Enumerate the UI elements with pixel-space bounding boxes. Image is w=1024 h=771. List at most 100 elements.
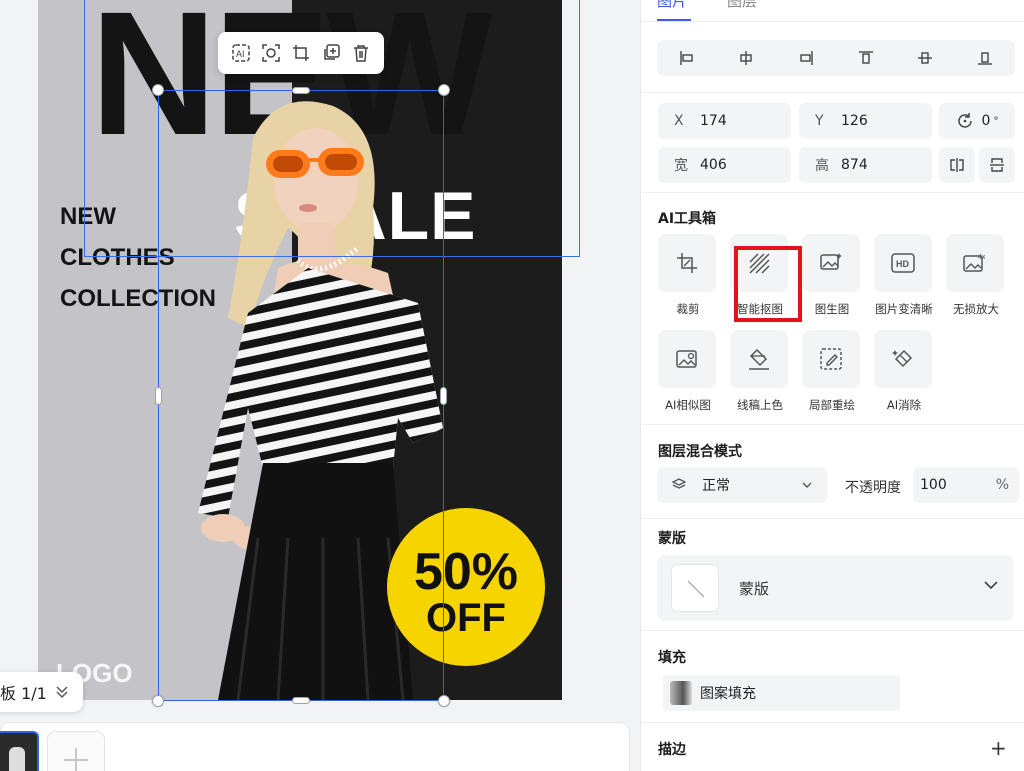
tool-inpaint[interactable]: 局部重绘 xyxy=(802,330,862,413)
chevron-down-icon xyxy=(984,581,998,590)
ai-tools-icon[interactable]: AI xyxy=(230,42,252,64)
hd-enhance-icon: HD xyxy=(891,253,915,273)
flip-horizontal-icon xyxy=(950,158,964,172)
tab-layer[interactable]: 图层 xyxy=(727,0,757,11)
image-to-image-icon xyxy=(820,253,842,270)
page-indicator-label: 板 1/1 xyxy=(0,684,47,703)
divider xyxy=(641,192,1024,193)
opacity-input[interactable]: 100 % xyxy=(913,467,1019,503)
duplicate-icon[interactable] xyxy=(320,42,342,64)
resize-handle-br[interactable] xyxy=(438,695,450,707)
similar-image-icon xyxy=(676,350,697,368)
tool-crop-button[interactable] xyxy=(658,234,716,292)
fill-label: 图案填充 xyxy=(700,686,756,702)
chevron-down-icon xyxy=(802,482,812,488)
align-left-icon[interactable] xyxy=(675,46,699,70)
editor-app: NEW NEW CLOTHES COLLECTION S ALE xyxy=(0,0,1024,771)
tool-inpaint-button[interactable] xyxy=(802,330,860,388)
tool-hd-enhance-button[interactable]: HD xyxy=(874,234,932,292)
tool-lineart-colorize[interactable]: 线稿上色 xyxy=(730,330,790,413)
tool-upscale-button[interactable]: 4x xyxy=(946,234,1004,292)
alignment-toolbar xyxy=(657,40,1015,76)
align-center-v-icon[interactable] xyxy=(913,46,937,70)
image-selection-box[interactable] xyxy=(152,84,450,707)
crop-icon[interactable] xyxy=(290,42,312,64)
resize-handle-bottom[interactable] xyxy=(292,697,310,704)
height-field[interactable]: 高 874 xyxy=(799,147,932,183)
height-label: 高 xyxy=(815,158,829,174)
mask-title: 蒙版 xyxy=(658,531,686,547)
tool-hd-enhance[interactable]: HD 图片变清晰 xyxy=(874,234,934,317)
delete-icon[interactable] xyxy=(350,42,372,64)
y-value: 126 xyxy=(841,113,868,129)
align-bottom-icon[interactable] xyxy=(973,46,997,70)
inpaint-icon xyxy=(820,348,842,370)
width-field[interactable]: 宽 406 xyxy=(658,147,791,183)
align-right-icon[interactable] xyxy=(794,46,818,70)
opacity-label: 不透明度 xyxy=(845,480,901,496)
tool-lineart-colorize-button[interactable] xyxy=(730,330,788,388)
tool-similar-image[interactable]: AI相似图 xyxy=(658,330,718,413)
rotate-icon xyxy=(957,113,972,128)
tool-inpaint-label: 局部重绘 xyxy=(809,398,855,412)
blend-mode-value: 正常 xyxy=(702,478,730,494)
tool-upscale[interactable]: 4x 无损放大 xyxy=(946,234,1006,317)
blend-mode-title: 图层混合模式 xyxy=(658,444,742,460)
resize-handle-bl[interactable] xyxy=(152,695,164,707)
canvas-area: NEW NEW CLOTHES COLLECTION S ALE xyxy=(0,0,640,771)
active-tab-indicator xyxy=(657,19,691,21)
image-float-toolbar: AI xyxy=(218,32,384,74)
page-thumbnail[interactable] xyxy=(0,731,39,771)
y-position-field[interactable]: Y 126 xyxy=(799,103,932,139)
tool-ai-erase-label: AI消除 xyxy=(886,398,922,412)
mask-dropdown[interactable]: 蒙版 xyxy=(657,555,1013,621)
opacity-value: 100 xyxy=(920,477,947,493)
fill-pattern-thumbnail xyxy=(670,681,692,705)
highlight-annotation xyxy=(734,246,802,322)
height-value: 874 xyxy=(841,157,868,173)
tool-crop[interactable]: 裁剪 xyxy=(658,234,718,317)
rotation-value: 0 xyxy=(981,113,991,129)
layers-icon xyxy=(672,478,686,489)
opacity-unit: % xyxy=(995,477,1009,493)
x-label: X xyxy=(674,113,684,129)
y-label: Y xyxy=(815,113,824,129)
resize-handle-tl[interactable] xyxy=(152,84,164,96)
add-stroke-button[interactable]: + xyxy=(990,736,1007,760)
tool-similar-image-button[interactable] xyxy=(658,330,716,388)
tool-image-to-image[interactable]: 图生图 xyxy=(802,234,862,317)
divider xyxy=(641,630,1024,631)
resize-handle-right[interactable] xyxy=(440,387,447,405)
add-page-button[interactable] xyxy=(47,731,105,771)
tool-image-to-image-label: 图生图 xyxy=(814,302,850,316)
resize-handle-left[interactable] xyxy=(155,387,162,405)
rotation-field[interactable]: 0 ° xyxy=(939,103,1015,139)
blend-mode-select[interactable]: 正常 xyxy=(657,467,827,503)
flip-vertical-icon xyxy=(990,158,1004,172)
ai-erase-icon xyxy=(892,349,913,368)
tool-ai-erase[interactable]: AI消除 xyxy=(874,330,934,413)
align-center-h-icon[interactable] xyxy=(734,46,758,70)
panel-tabs: 图片 图层 xyxy=(641,0,1024,22)
tool-upscale-label: 无损放大 xyxy=(953,302,999,316)
tool-image-to-image-button[interactable] xyxy=(802,234,860,292)
divider xyxy=(641,722,1024,723)
tab-image[interactable]: 图片 xyxy=(657,0,687,11)
flip-vertical-button[interactable] xyxy=(979,147,1015,183)
plus-icon xyxy=(64,748,88,771)
align-top-icon[interactable] xyxy=(854,46,878,70)
svg-text:AI: AI xyxy=(236,49,245,59)
resize-handle-top[interactable] xyxy=(292,87,310,94)
page-thumbnail-strip xyxy=(0,722,630,771)
x-position-field[interactable]: X 174 xyxy=(658,103,791,139)
mask-label: 蒙版 xyxy=(739,579,770,598)
resize-handle-tr[interactable] xyxy=(438,84,450,96)
divider xyxy=(641,92,1024,93)
flip-horizontal-button[interactable] xyxy=(939,147,975,183)
tool-ai-erase-button[interactable] xyxy=(874,330,932,388)
width-label: 宽 xyxy=(674,158,688,174)
smart-select-icon[interactable] xyxy=(260,42,282,64)
page-indicator[interactable]: 板 1/1 xyxy=(0,672,83,712)
tool-lineart-colorize-label: 线稿上色 xyxy=(737,398,783,412)
fill-pattern-row[interactable]: 图案填充 xyxy=(663,675,900,711)
